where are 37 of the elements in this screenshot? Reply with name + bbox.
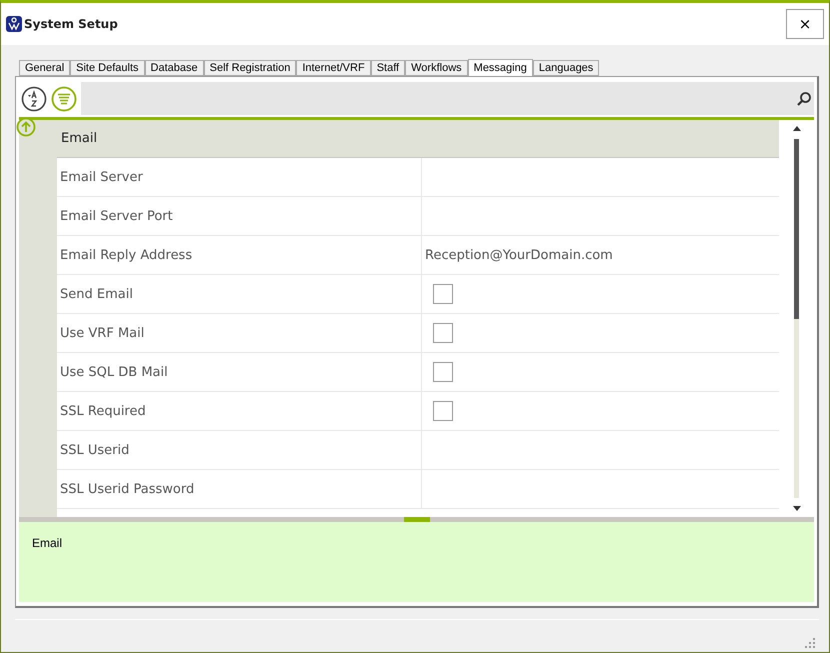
- splitter[interactable]: [19, 517, 814, 522]
- property-name: Use VRF Mail: [57, 314, 422, 352]
- property-name: SSL Userid: [57, 431, 422, 469]
- tab[interactable]: Self Registration: [204, 60, 296, 76]
- resize-grip-icon[interactable]: [804, 637, 816, 649]
- window-title: System Setup: [24, 17, 119, 31]
- tab[interactable]: Database: [144, 60, 204, 76]
- collapse-up-icon[interactable]: [16, 117, 36, 137]
- property-name: Email Server Port: [57, 197, 422, 235]
- checkbox[interactable]: [433, 284, 453, 304]
- search-icon: [796, 90, 812, 106]
- property-value[interactable]: Reception@YourDomain.com: [422, 236, 779, 274]
- tab[interactable]: Workflows: [405, 60, 468, 76]
- tab[interactable]: Internet/VRF: [296, 60, 371, 76]
- property-name: Send Email: [57, 275, 422, 313]
- checkbox[interactable]: [433, 401, 453, 421]
- tab[interactable]: General: [19, 60, 70, 76]
- property-name: Email Server: [57, 158, 422, 196]
- property-name: Use SQL DB Mail: [57, 353, 422, 391]
- checkbox[interactable]: [433, 323, 453, 343]
- property-name: Email Reply Address: [57, 236, 422, 274]
- close-button[interactable]: ×: [786, 9, 824, 39]
- logo-icon: [6, 16, 22, 32]
- sort-alphabetical-icon[interactable]: [21, 86, 47, 112]
- tab[interactable]: Site Defaults: [70, 60, 145, 76]
- tab[interactable]: Languages: [532, 60, 600, 76]
- scroll-down-icon[interactable]: [792, 506, 800, 511]
- checkbox[interactable]: [433, 362, 453, 382]
- category-header[interactable]: Email: [57, 120, 779, 158]
- tab[interactable]: Staff: [370, 60, 406, 76]
- property-name: SSL Required: [57, 392, 422, 430]
- property-name: SSL Userid Password: [57, 470, 422, 508]
- scroll-up-icon[interactable]: [792, 126, 800, 131]
- search-field[interactable]: [81, 82, 814, 115]
- description-text: Email: [32, 536, 62, 550]
- tab[interactable]: Messaging: [468, 59, 533, 77]
- scrollbar-thumb[interactable]: [794, 139, 799, 319]
